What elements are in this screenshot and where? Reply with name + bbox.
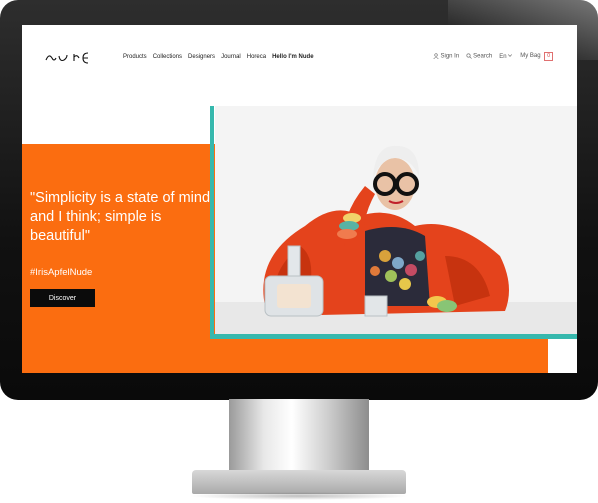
nav-item-collections[interactable]: Collections: [153, 54, 182, 60]
monitor-stand-base: [192, 470, 406, 494]
nav-item-hello-im-nude[interactable]: Hello I'm Nude: [272, 54, 313, 60]
teal-accent-horizontal: [210, 334, 577, 339]
hero-photo: [215, 106, 577, 334]
chevron-down-icon: [508, 54, 513, 58]
my-bag-link[interactable]: My Bag 0: [520, 52, 553, 61]
nav-item-designers[interactable]: Designers: [188, 54, 215, 60]
search-link[interactable]: Search: [466, 53, 492, 60]
sign-in-link[interactable]: Sign In: [433, 53, 459, 60]
bag-count-badge: 0: [544, 52, 553, 61]
user-icon: [433, 53, 440, 60]
nav-item-horeca[interactable]: Horeca: [247, 54, 266, 60]
discover-button[interactable]: Discover: [30, 289, 95, 307]
hero-quote: "Simplicity is a state of mind and I thi…: [30, 190, 211, 244]
monitor-stand-shadow: [188, 492, 410, 500]
search-label: Search: [473, 53, 493, 60]
nav-item-products[interactable]: Products: [123, 54, 147, 60]
main-nav: Products Collections Designers Journal H…: [123, 54, 314, 60]
hero-hashtag[interactable]: #IrisApfelNude: [30, 267, 92, 278]
sign-in-label: Sign In: [440, 53, 460, 60]
nav-item-journal[interactable]: Journal: [221, 54, 241, 60]
search-icon: [466, 53, 472, 60]
language-label: En: [499, 53, 507, 60]
teal-accent-vertical: [210, 106, 214, 339]
my-bag-label: My Bag: [520, 53, 541, 59]
website-screen: nude Products Collections Designers Jour…: [22, 25, 577, 373]
language-select[interactable]: En: [499, 54, 513, 60]
utility-nav: Sign In Search En My Bag 0: [433, 52, 553, 61]
monitor-stand-neck: [229, 399, 369, 475]
brand-logo[interactable]: nude: [44, 49, 96, 67]
monitor-bezel: nude Products Collections Designers Jour…: [0, 0, 598, 400]
